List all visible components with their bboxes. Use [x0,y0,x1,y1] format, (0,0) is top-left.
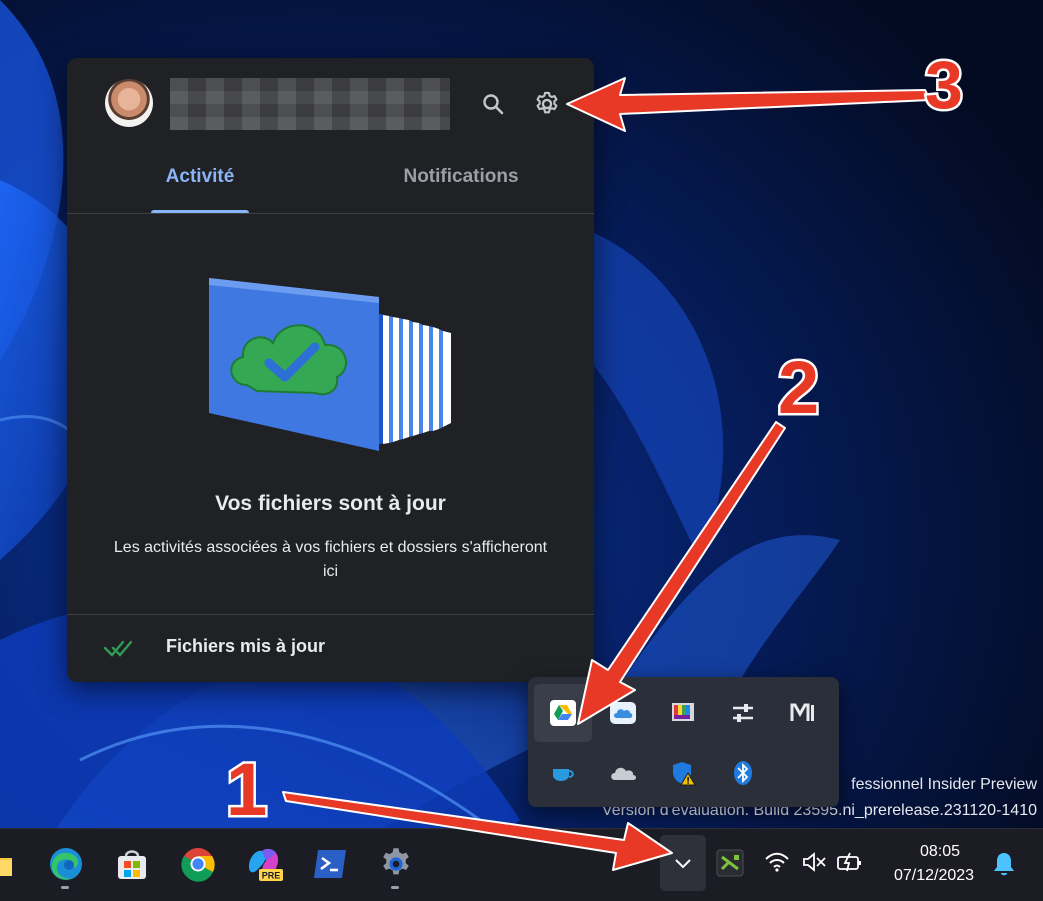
battery-charging-icon [837,852,861,872]
taskbar-copilot-preview[interactable]: PRE [241,841,287,887]
gear-icon [536,91,558,114]
svg-text:PRE: PRE [262,871,281,881]
double-check-icon [103,640,133,657]
file-explorer-icon [0,858,12,876]
account-name-redacted [170,78,450,130]
tab-divider [67,213,594,214]
taskbar-terminal[interactable] [307,841,353,887]
tray-coffee[interactable] [534,744,592,802]
tray-icloud[interactable] [594,684,652,742]
volume-status[interactable] [801,851,827,873]
microsoft-store-icon [118,850,146,879]
wifi-icon [765,852,789,872]
green-square-app-icon [716,849,744,877]
clock-time[interactable]: 08:05 [900,843,980,861]
wifi-status[interactable] [764,851,790,873]
taskbar-edge[interactable] [43,841,89,889]
taskbar: PRE 08:05 07/12/2023 [0,828,1043,901]
taskbar-settings[interactable] [373,841,419,889]
system-tray-overflow-flyout [528,677,839,807]
edge-icon [50,848,82,880]
tray-windows-security[interactable] [654,744,712,802]
files-updated-label[interactable]: Fichiers mis à jour [166,636,325,657]
tray-sliders[interactable] [714,684,772,742]
sync-status-title: Vos fichiers sont à jour [215,492,446,515]
taskbar-file-explorer[interactable] [0,841,20,887]
taskbar-microsoft-store[interactable] [109,841,155,887]
chevron-down-icon [675,859,691,869]
sync-status-description: Les activités associées à vos fichiers e… [113,539,548,580]
search-button[interactable] [475,86,511,122]
google-drive-icon [550,700,576,726]
tray-mi[interactable] [774,684,832,742]
notification-bell-icon [994,853,1014,876]
display-color-icon [672,703,694,721]
files-synced-cloud-illustration [209,278,451,451]
show-hidden-icons-button[interactable] [660,835,706,891]
taskbar-chrome[interactable] [175,841,221,887]
bluetooth-icon [734,761,752,785]
volume-muted-icon [803,852,826,872]
tray-display-color[interactable] [654,684,712,742]
windows-edition-watermark: fessionnel Insider Preview [851,776,1037,793]
chrome-icon [181,848,215,882]
settings-icon [383,848,409,875]
terminal-icon [314,850,346,878]
icloud-icon [610,702,636,724]
clock-date[interactable]: 07/12/2023 [882,867,986,885]
avatar[interactable] [105,79,153,127]
notification-center-button[interactable] [992,851,1016,877]
coffee-cup-icon [553,769,574,781]
onedrive-icon [611,767,636,780]
google-drive-panel: Activité Notifications Vos fichiers sont… [67,58,594,682]
tab-activity[interactable]: Activité [151,166,249,214]
tray-google-drive[interactable] [534,684,592,742]
search-icon [483,94,504,115]
windows-security-warning-icon [673,762,696,786]
tray-app-green[interactable] [716,849,744,877]
tray-onedrive[interactable] [594,744,652,802]
mi-icon [790,703,814,721]
tray-bluetooth[interactable] [714,744,772,802]
copilot-pre-icon: PRE [248,848,283,881]
settings-button[interactable] [529,86,565,122]
footer-divider [67,614,594,615]
sliders-icon [733,704,753,722]
battery-status[interactable] [836,851,864,873]
tab-notifications[interactable]: Notifications [367,166,555,214]
